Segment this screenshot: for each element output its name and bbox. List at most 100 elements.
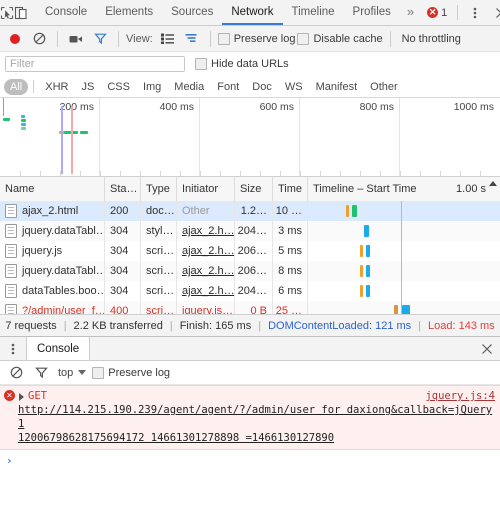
cell-initiator[interactable]: Other [177,201,235,221]
cell-name[interactable]: ?/admin/user_f… [0,301,105,314]
disable-cache-checkbox[interactable]: Disable cache [297,32,383,45]
type-filter-doc[interactable]: Doc [246,79,278,95]
table-row[interactable]: jquery.dataTabl… 304 scri… ajax_2.h… 206… 8 m… [0,261,500,281]
type-filter-xhr[interactable]: XHR [39,79,74,95]
table-row[interactable]: ajax_2.html 200 doc… Other 1.2… 10 … [0,201,500,221]
table-row[interactable]: dataTables.boo… 304 scri… ajax_2.h… 204… 6 ms [0,281,500,301]
console-error-message[interactable]: ✕ GET jquery.js:4 http://114.215.190.239… [0,385,500,450]
expand-triangle-icon[interactable] [19,393,24,401]
cell-time: 6 ms [273,281,308,301]
tab-network[interactable]: Network [222,0,283,25]
view-label: View: [126,32,153,45]
column-header-status[interactable]: Sta… [105,177,141,201]
cell-name[interactable]: ajax_2.html [0,201,105,221]
cell-initiator[interactable]: jquery.js… [177,301,235,314]
type-filter-all[interactable]: All [4,78,29,95]
column-header-time[interactable]: Time [273,177,308,201]
column-header-initiator[interactable]: Initiator [177,177,235,201]
tab-console[interactable]: Console [36,0,96,25]
cell-initiator[interactable]: ajax_2.h… [177,281,235,301]
overview-bottom-ticks [0,171,500,176]
cell-initiator[interactable]: ajax_2.h… [177,241,235,261]
type-filter-css[interactable]: CSS [101,79,136,95]
tab-elements[interactable]: Elements [96,0,162,25]
toolbar-divider [389,30,391,47]
type-filter-ws[interactable]: WS [279,79,309,95]
cell-name[interactable]: dataTables.boo… [0,281,105,301]
overview-minor-tick [360,171,361,176]
cell-name[interactable]: jquery.dataTabl… [0,221,105,241]
console-message-url-line1[interactable]: http://114.215.190.239/agent/agent/?/adm… [18,404,492,430]
table-row[interactable]: ?/admin/user_f… 400 scri… jquery.js… 0 B 25 … [0,301,500,314]
clear-icon[interactable] [28,28,50,50]
close-icon[interactable] [474,337,500,360]
tab-bar-right: ✕ 1 [421,0,500,25]
error-count-badge[interactable]: ✕ 1 [421,0,453,25]
table-body: ajax_2.html 200 doc… Other 1.2… 10 … jquery.da… [0,201,500,314]
column-header-size[interactable]: Size [235,177,273,201]
record-button-icon[interactable] [4,28,26,50]
type-filter-manifest[interactable]: Manifest [310,79,364,95]
checkbox-box [195,58,207,70]
filter-input[interactable] [5,56,185,72]
cell-status: 304 [105,221,141,241]
cell-name[interactable]: jquery.js [0,241,105,261]
tab-timeline[interactable]: Timeline [283,0,344,25]
waterfall-bar [346,205,350,217]
camera-icon[interactable] [65,28,87,50]
throttling-select[interactable]: No throttling [398,33,465,45]
cell-initiator[interactable]: ajax_2.h… [177,221,235,241]
kebab-menu-icon[interactable] [462,0,488,25]
sort-caret-icon[interactable] [489,181,497,186]
inspect-element-icon[interactable] [0,0,14,25]
console-preserve-log-checkbox[interactable]: Preserve log [92,366,171,379]
console-message-url-line2[interactable]: 12006798628175694172 14661301278898 =146… [18,432,334,444]
column-header-timeline[interactable]: Timeline – Start Time 1.00 s [308,177,500,201]
console-message-source-link[interactable]: jquery.js:4 [425,389,495,403]
waterfall-view-icon[interactable] [181,28,203,50]
type-filter-other[interactable]: Other [364,79,404,95]
cell-type: styl… [141,221,177,241]
type-filter-img[interactable]: Img [137,79,167,95]
preserve-log-checkbox[interactable]: Preserve log [217,32,295,45]
tab-sources[interactable]: Sources [162,0,222,25]
tab-profiles[interactable]: Profiles [344,0,400,25]
table-row[interactable]: jquery.js 304 scri… ajax_2.h… 206… 5 ms [0,241,500,261]
overview-tick-label: 800 ms [359,101,394,113]
filter-funnel-icon[interactable] [30,362,52,384]
cell-type: scri… [141,261,177,281]
toggle-device-toolbar-icon[interactable] [14,0,28,25]
cell-status: 200 [105,201,141,221]
cell-name[interactable]: jquery.dataTabl… [0,261,105,281]
close-icon[interactable] [488,0,500,25]
waterfall-bar [359,245,363,257]
checkbox-box [217,32,230,45]
network-overview[interactable]: 200 ms 400 ms 600 ms 800 ms 1000 ms [0,98,500,177]
table-row[interactable]: jquery.dataTabl… 304 styl… ajax_2.h… 204… 3 m… [0,221,500,241]
document-icon [5,224,17,238]
column-header-label: Size [240,183,262,195]
column-header-name[interactable]: Name [0,177,105,201]
column-header-type[interactable]: Type [141,177,177,201]
hide-data-urls-label: Hide data URLs [211,58,289,70]
hide-data-urls-checkbox[interactable]: Hide data URLs [195,58,289,70]
filter-funnel-icon[interactable] [89,28,111,50]
more-tabs-button[interactable]: » [400,0,421,25]
cell-initiator[interactable]: ajax_2.h… [177,261,235,281]
console-prompt[interactable]: › [0,450,500,471]
drawer-tab-bar: Console [0,336,500,361]
drawer-tab-console[interactable]: Console [26,337,91,360]
console-preserve-log-label: Preserve log [108,366,171,379]
type-filter-font[interactable]: Font [211,79,245,95]
list-view-icon[interactable] [157,28,179,50]
clear-console-icon[interactable] [5,362,27,384]
column-header-label: Name [5,183,35,195]
request-name-label: jquery.js [22,245,63,257]
kebab-menu-icon[interactable] [0,337,26,360]
execution-context-select[interactable]: top [55,367,89,379]
filter-bar: Hide data URLs [0,52,500,76]
type-filter-js[interactable]: JS [75,79,100,95]
overview-minor-tick [20,171,21,176]
type-filter-media[interactable]: Media [168,79,210,95]
overview-minor-tick [240,171,241,176]
